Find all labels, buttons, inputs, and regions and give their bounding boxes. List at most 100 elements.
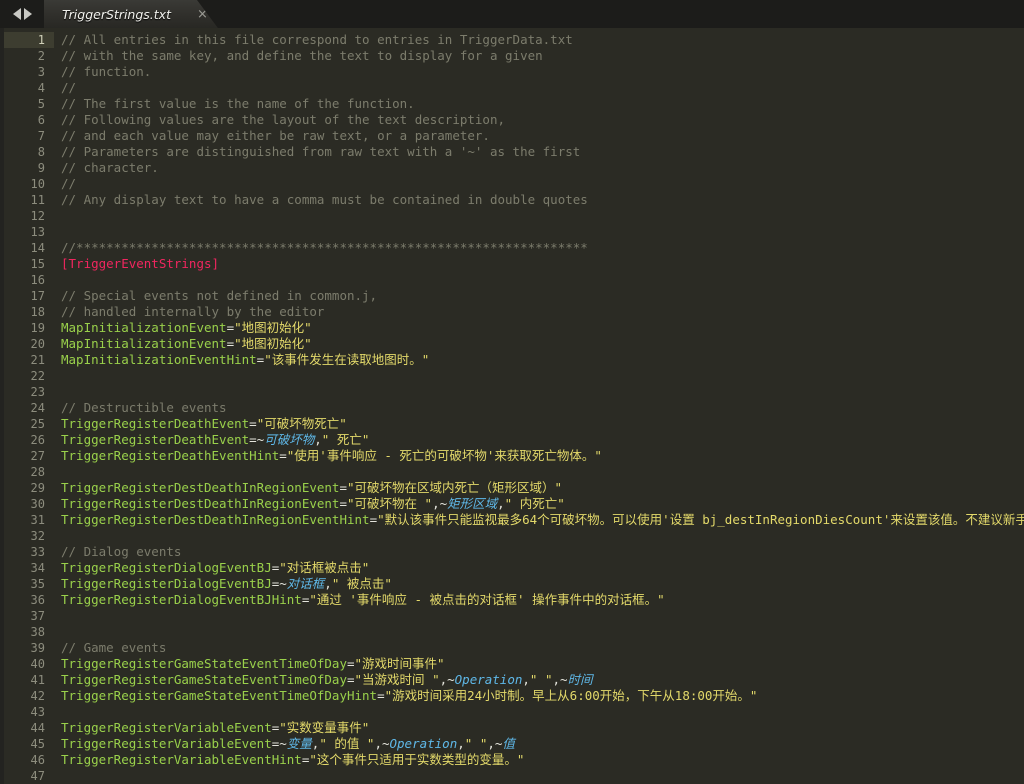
code-line[interactable]: //	[61, 176, 1024, 192]
line-number: 35	[30, 577, 45, 591]
code-line[interactable]	[61, 768, 1024, 784]
code-line[interactable]: TriggerRegisterVariableEvent="实数变量事件"	[61, 720, 1024, 736]
token-op: ,	[522, 672, 530, 687]
token-string: "当游戏时间 "	[354, 672, 440, 687]
code-line[interactable]	[61, 272, 1024, 288]
tab-triggerstrings[interactable]: TriggerStrings.txt ×	[44, 0, 218, 28]
arrow-right-icon[interactable]	[23, 8, 32, 20]
code-line[interactable]: TriggerRegisterDialogEventBJ="对话框被点击"	[61, 560, 1024, 576]
code-line[interactable]	[61, 208, 1024, 224]
code-line[interactable]: TriggerRegisterDeathEventHint="使用'事件响应 -…	[61, 448, 1024, 464]
code-line[interactable]	[61, 464, 1024, 480]
code-line[interactable]: TriggerRegisterDialogEventBJ=~对话框," 被点击"	[61, 576, 1024, 592]
code-line[interactable]: TriggerRegisterVariableEventHint="这个事件只适…	[61, 752, 1024, 768]
text-editor[interactable]: 1 2 3 4 5 6 7 8 9 10 11 12 13 14 15 16 17 18 19 20 21 22 23 24 2…	[0, 28, 1024, 784]
code-line[interactable]: TriggerRegisterDestDeathInRegionEvent="可…	[61, 480, 1024, 496]
token-string: "可破坏物死亡"	[256, 416, 347, 431]
line-number: 11	[30, 193, 45, 207]
code-line[interactable]: //**************************************…	[61, 240, 1024, 256]
token-comment: // and each value may either be raw text…	[61, 128, 490, 143]
code-line[interactable]: MapInitializationEventHint="该事件发生在读取地图时。…	[61, 352, 1024, 368]
code-line[interactable]: TriggerRegisterGameStateEventTimeOfDay="…	[61, 672, 1024, 688]
line-number: 37	[30, 609, 45, 623]
token-op: =	[226, 336, 235, 351]
token-key: TriggerRegisterDialogEventBJ	[61, 560, 272, 575]
code-line[interactable]: TriggerRegisterDeathEvent="可破坏物死亡"	[61, 416, 1024, 432]
line-number: 9	[37, 161, 45, 175]
line-number: 42	[30, 689, 45, 703]
code-line[interactable]: TriggerRegisterVariableEvent=~变量, " 的值 ",…	[61, 736, 1024, 752]
code-line[interactable]: // Game events	[61, 640, 1024, 656]
line-number: 41	[30, 673, 45, 687]
token-key: TriggerRegisterDestDeathInRegionEventHin…	[61, 512, 370, 527]
code-line[interactable]	[61, 704, 1024, 720]
code-line[interactable]: TriggerRegisterGameStateEventTimeOfDay="…	[61, 656, 1024, 672]
token-op: ,~	[432, 496, 448, 511]
line-number: 28	[30, 465, 45, 479]
token-op: =	[249, 416, 257, 431]
token-op: ,~	[439, 672, 455, 687]
code-line[interactable]: TriggerRegisterDeathEvent=~可破坏物," 死亡"	[61, 432, 1024, 448]
code-content-area[interactable]: // All entries in this file correspond t…	[54, 28, 1024, 784]
token-key: TriggerRegisterDialogEventBJ	[61, 576, 272, 591]
close-icon[interactable]: ×	[193, 6, 212, 23]
line-number: 5	[37, 97, 45, 111]
code-line[interactable]: // Any display text to have a comma must…	[61, 192, 1024, 208]
token-comment: // character.	[61, 160, 159, 175]
code-line[interactable]: // The first value is the name of the fu…	[61, 96, 1024, 112]
code-line[interactable]	[61, 224, 1024, 240]
code-line[interactable]: // Following values are the layout of th…	[61, 112, 1024, 128]
code-line[interactable]: // and each value may either be raw text…	[61, 128, 1024, 144]
token-param: 矩形区域	[447, 496, 498, 511]
line-number: 23	[30, 385, 45, 399]
token-param: 变量	[286, 736, 312, 751]
code-line[interactable]: TriggerRegisterDialogEventBJHint="通过 '事件…	[61, 592, 1024, 608]
token-key: TriggerRegisterDeathEvent	[61, 416, 250, 431]
token-key: TriggerRegisterDeathEvent	[61, 432, 250, 447]
code-line[interactable]: // function.	[61, 64, 1024, 80]
token-key: MapInitializationEvent	[61, 336, 227, 351]
token-comment: // Parameters are distinguished from raw…	[61, 144, 581, 159]
line-number: 31	[30, 513, 45, 527]
line-number: 27	[30, 449, 45, 463]
code-line[interactable]	[61, 608, 1024, 624]
code-line[interactable]	[61, 624, 1024, 640]
token-param: Operation	[454, 672, 523, 687]
line-number: 38	[30, 625, 45, 639]
code-line[interactable]: MapInitializationEvent="地图初始化"	[61, 320, 1024, 336]
code-line[interactable]: // Dialog events	[61, 544, 1024, 560]
token-string: " 死亡"	[321, 432, 370, 447]
code-line[interactable]: // character.	[61, 160, 1024, 176]
code-line[interactable]	[61, 528, 1024, 544]
arrow-left-icon[interactable]	[12, 8, 21, 20]
token-key: TriggerRegisterGameStateEventTimeOfDay	[61, 656, 347, 671]
token-op: =	[369, 512, 378, 527]
token-string: "通过 '事件响应 - 被点击的对话框' 操作事件中的对话框。"	[309, 592, 665, 607]
token-string: "对话框被点击"	[279, 560, 370, 575]
code-line[interactable]: // with the same key, and define the tex…	[61, 48, 1024, 64]
code-line[interactable]: // Parameters are distinguished from raw…	[61, 144, 1024, 160]
code-line[interactable]: [TriggerEventStrings]	[61, 256, 1024, 272]
line-number: 43	[30, 705, 45, 719]
tab-bar: TriggerStrings.txt ×	[0, 0, 1024, 28]
code-line[interactable]: // Special events not defined in common.…	[61, 288, 1024, 304]
code-line[interactable]: //	[61, 80, 1024, 96]
token-key: TriggerRegisterGameStateEventTimeOfDay	[61, 672, 347, 687]
code-line[interactable]: // Destructible events	[61, 400, 1024, 416]
code-line[interactable]: TriggerRegisterDestDeathInRegionEvent="可…	[61, 496, 1024, 512]
token-op: ,	[457, 736, 465, 751]
tab-nav-arrows	[0, 0, 44, 28]
code-line[interactable]: // handled internally by the editor	[61, 304, 1024, 320]
code-line[interactable]	[61, 368, 1024, 384]
code-line[interactable]	[61, 384, 1024, 400]
line-number: 32	[30, 529, 45, 543]
line-number: 21	[30, 353, 45, 367]
token-op: ,~	[374, 736, 390, 751]
token-string: " "	[464, 736, 488, 751]
code-line[interactable]: TriggerRegisterDestDeathInRegionEventHin…	[61, 512, 1024, 528]
line-number: 17	[30, 289, 45, 303]
token-op: ,	[324, 576, 332, 591]
code-line[interactable]: // All entries in this file correspond t…	[61, 32, 1024, 48]
code-line[interactable]: TriggerRegisterGameStateEventTimeOfDayHi…	[61, 688, 1024, 704]
code-line[interactable]: MapInitializationEvent="地图初始化"	[61, 336, 1024, 352]
